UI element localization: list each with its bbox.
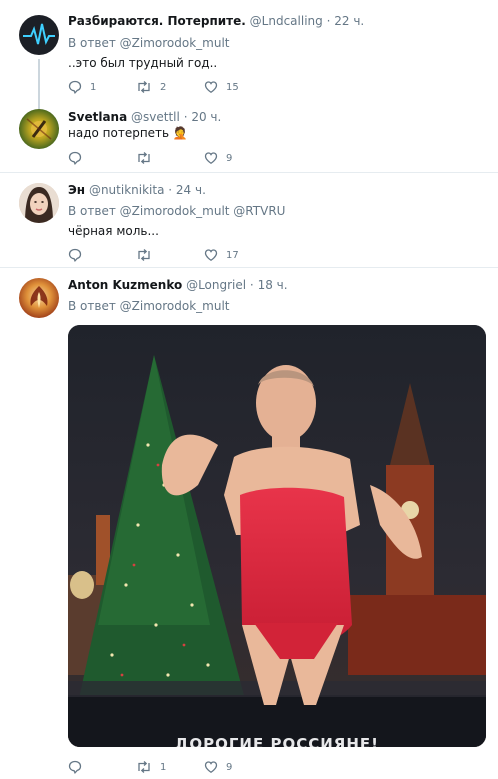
tweet-1[interactable]: Разбираются. Потерпите. @Lndcalling · 22… [0,0,498,106]
timestamp[interactable]: 20 ч. [191,110,221,124]
avatar-svetlana[interactable] [19,109,59,149]
retweet-icon [138,81,150,93]
tweet-3[interactable]: Эн @nutiknikita · 24 ч. В ответ @Zimorod… [0,173,498,267]
reply-button[interactable]: 1 [68,79,96,95]
like-button[interactable]: 15 [204,79,239,95]
retweet-button[interactable] [136,247,160,263]
dot-separator: · [183,110,188,124]
attached-photo[interactable]: ДОРОГИЕ РОССИЯНЕ! [68,325,486,747]
reply-icon [68,760,82,774]
author-handle[interactable]: @svettll [131,110,180,124]
heart-icon [204,249,218,261]
retweet-button[interactable]: 2 [136,79,166,95]
tweet-text: надо потерпеть 🤦 [68,126,188,140]
reply-mention[interactable]: @Zimorodok_mult @RTVRU [120,204,286,218]
like-button[interactable]: 17 [204,247,239,263]
heart-icon [204,152,218,164]
tweet-text: ..это был трудный год.. [68,56,218,70]
dot-separator: · [326,14,331,28]
reply-mention[interactable]: @Zimorodok_mult [120,36,230,50]
avatar-image-icon [19,183,59,223]
thread-line [38,98,40,109]
tweet-2[interactable]: Svetlana @svettll · 20 ч. надо потерпеть… [0,98,498,172]
like-button[interactable]: 9 [204,759,232,775]
heartbeat-icon [23,23,55,45]
author-handle[interactable]: @Longriel [186,278,246,292]
timestamp[interactable]: 18 ч. [258,278,288,292]
reply-prefix: В ответ [68,36,116,50]
reply-icon [68,151,82,165]
retweet-count: 1 [160,761,167,773]
author-name[interactable]: Anton Kuzmenko [68,278,182,292]
reply-button[interactable] [68,247,90,263]
retweet-icon [138,249,150,261]
retweet-button[interactable]: 1 [136,759,166,775]
reply-mention[interactable]: @Zimorodok_mult [120,299,230,313]
phoenix-icon [30,286,48,308]
author-name[interactable]: Svetlana [68,110,127,124]
retweet-count: 2 [160,81,167,93]
reply-button[interactable] [68,150,90,166]
dot-separator: · [168,183,173,197]
like-count: 15 [226,81,239,93]
reply-icon [68,80,82,94]
avatar-heartbeat[interactable] [19,15,59,55]
retweet-icon [138,761,150,773]
reply-icon [68,248,82,262]
reply-prefix: В ответ [68,299,116,313]
tweet-text: чёрная моль... [68,224,159,238]
like-button[interactable]: 9 [204,150,232,166]
timestamp[interactable]: 22 ч. [334,14,364,28]
reply-count: 1 [90,81,97,93]
reply-button[interactable] [68,759,90,775]
photo-illustration [68,325,486,747]
retweet-icon [138,152,150,164]
dot-separator: · [249,278,254,292]
avatar-anton[interactable] [19,278,59,318]
heart-icon [204,81,218,93]
author-handle[interactable]: @Lndcalling [250,14,323,28]
author-name[interactable]: Разбираются. Потерпите. [68,14,246,28]
like-count: 9 [226,761,233,773]
avatar-image-icon [26,118,52,140]
author-handle[interactable]: @nutiknikita [89,183,164,197]
timestamp[interactable]: 24 ч. [176,183,206,197]
like-count: 9 [226,152,233,164]
reply-prefix: В ответ [68,204,116,218]
retweet-button[interactable] [136,150,160,166]
heart-icon [204,761,218,773]
avatar-en[interactable] [19,183,59,223]
photo-caption: ДОРОГИЕ РОССИЯНЕ! [175,735,379,747]
like-count: 17 [226,249,239,261]
author-name[interactable]: Эн [68,183,85,197]
